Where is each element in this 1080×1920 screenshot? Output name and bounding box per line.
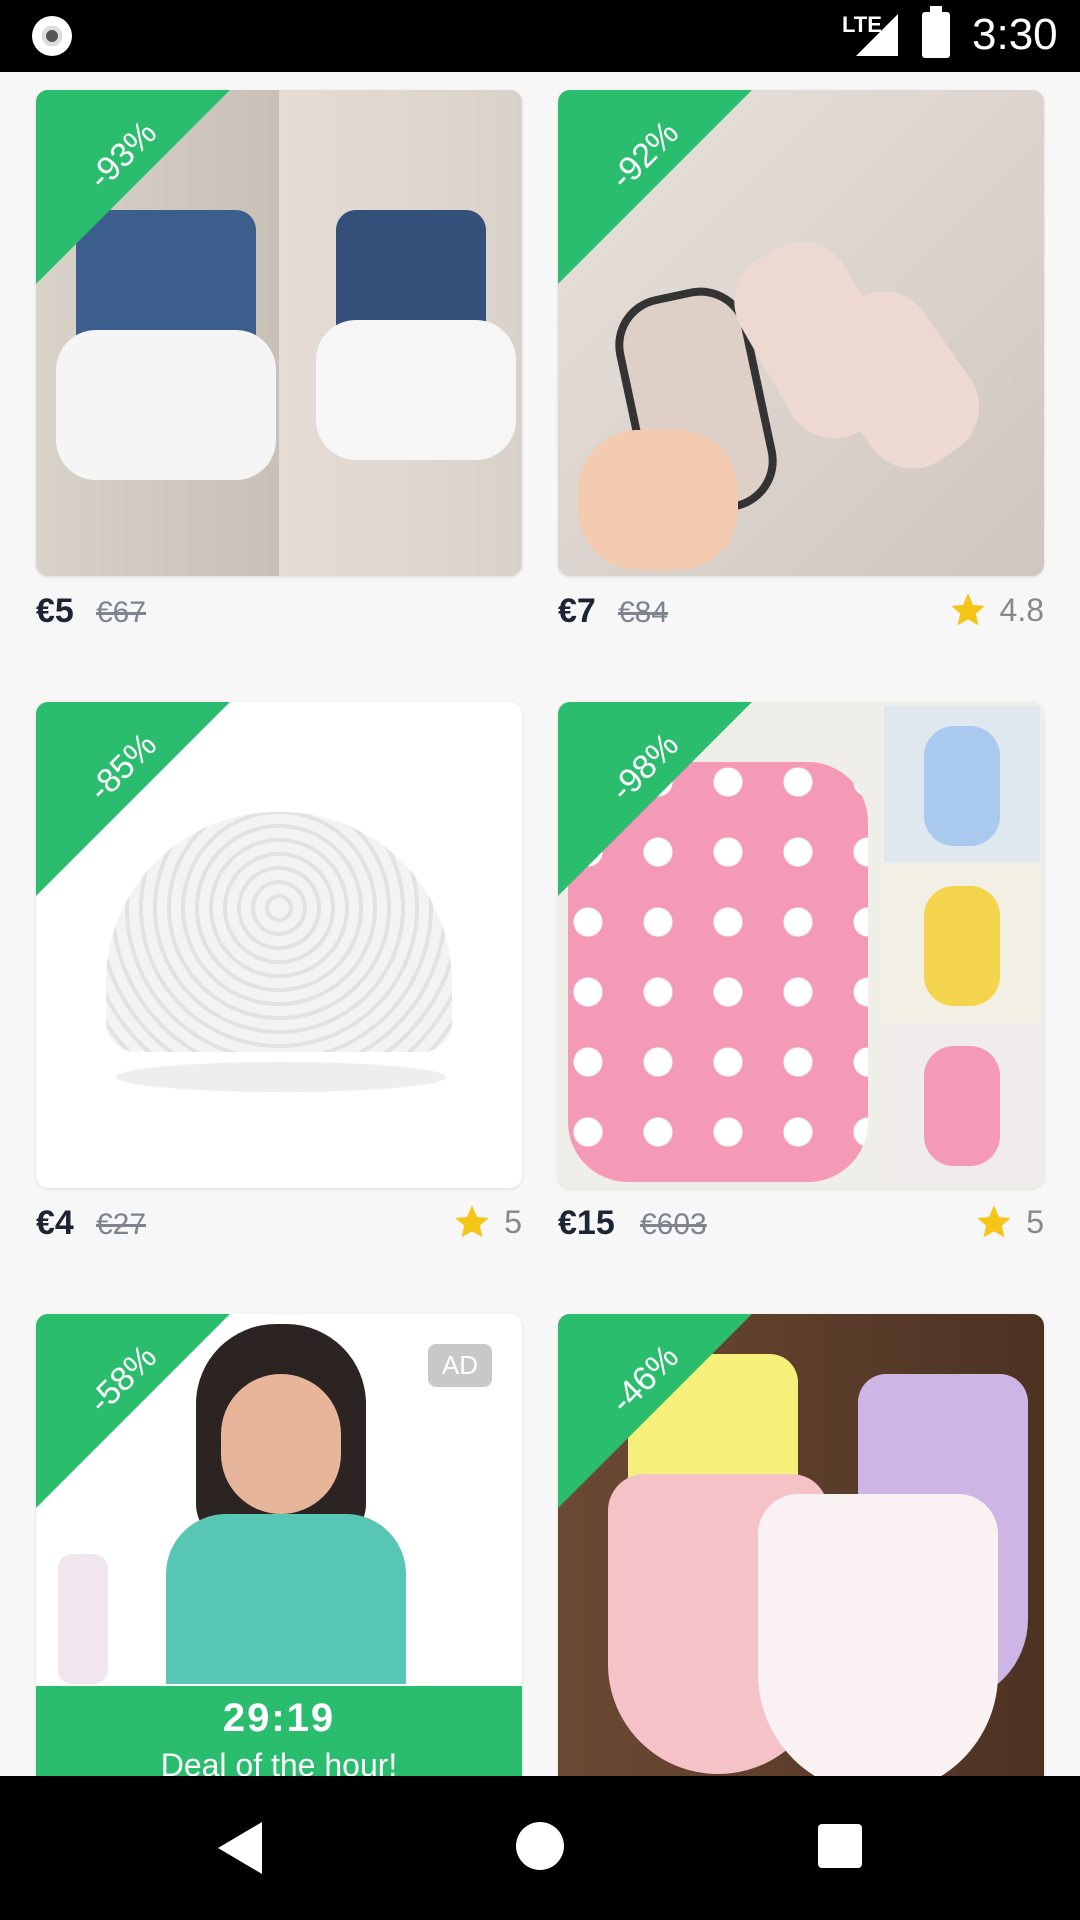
product-image[interactable]: AD -58% 29:19 Deal of the hour! bbox=[36, 1314, 522, 1776]
navigation-bar bbox=[0, 1776, 1080, 1920]
old-price: €603 bbox=[640, 1208, 707, 1241]
star-icon bbox=[950, 593, 985, 626]
product-card[interactable]: AD -58% 29:19 Deal of the hour! bbox=[36, 1314, 522, 1776]
deal-of-the-hour-banner[interactable]: 29:19 Deal of the hour! bbox=[36, 1686, 522, 1776]
ad-badge: AD bbox=[427, 1344, 492, 1387]
star-icon bbox=[977, 1205, 1011, 1238]
price: €7 bbox=[558, 592, 596, 630]
star-icon bbox=[455, 1205, 489, 1238]
rating: 5 bbox=[974, 1202, 1044, 1242]
product-grid: -93% €5 €67 -92% €7 €84 4.8 -85% €4 €27 … bbox=[0, 72, 1080, 1776]
old-price: €67 bbox=[96, 596, 147, 629]
old-price: €27 bbox=[96, 1208, 147, 1241]
product-image[interactable]: -98% bbox=[558, 702, 1044, 1188]
recent-apps-icon[interactable] bbox=[818, 1824, 862, 1868]
rating-value: 5 bbox=[1026, 1203, 1044, 1240]
product-card[interactable]: -93% €5 €67 bbox=[36, 90, 522, 656]
product-image[interactable]: -85% bbox=[36, 702, 522, 1188]
discount-badge: -92% bbox=[558, 90, 752, 284]
product-card[interactable]: -46% bbox=[558, 1314, 1044, 1776]
product-image[interactable]: -93% bbox=[36, 90, 522, 576]
product-card[interactable]: -85% €4 €27 5 bbox=[36, 702, 522, 1268]
product-card[interactable]: -98% €15 €603 5 bbox=[558, 702, 1044, 1268]
deal-timer: 29:19 bbox=[222, 1696, 336, 1740]
price: €4 bbox=[36, 1204, 74, 1242]
status-bar: LTE 3:30 bbox=[0, 0, 1080, 72]
product-image[interactable]: -92% bbox=[558, 90, 1044, 576]
product-image[interactable]: -46% bbox=[558, 1314, 1044, 1776]
old-price: €84 bbox=[618, 596, 669, 629]
price: €15 bbox=[558, 1204, 615, 1242]
product-card[interactable]: -92% €7 €84 4.8 bbox=[558, 90, 1044, 656]
rating-value: 5 bbox=[504, 1203, 522, 1240]
deal-label: Deal of the hour! bbox=[160, 1747, 398, 1776]
clock: 3:30 bbox=[972, 10, 1058, 59]
rating-value: 4.8 bbox=[999, 591, 1044, 628]
rating: 5 bbox=[452, 1202, 522, 1242]
rating: 4.8 bbox=[948, 590, 1044, 630]
back-icon[interactable] bbox=[218, 1822, 262, 1874]
record-icon bbox=[32, 16, 72, 56]
price: €5 bbox=[36, 592, 74, 630]
home-icon[interactable] bbox=[516, 1822, 564, 1870]
battery-icon bbox=[922, 6, 950, 58]
signal-icon bbox=[856, 14, 898, 56]
